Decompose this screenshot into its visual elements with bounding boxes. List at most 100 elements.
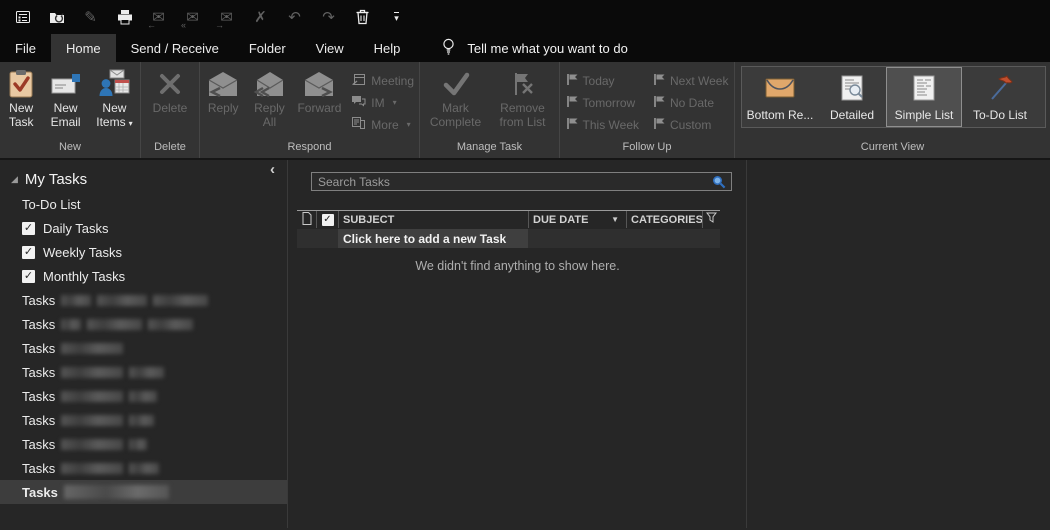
im-icon <box>351 94 366 111</box>
new-items-button[interactable]: New Items ▾ <box>89 65 140 140</box>
tab-file[interactable]: File <box>0 34 51 62</box>
print-icon[interactable] <box>115 8 134 27</box>
checkbox-checked-icon[interactable]: ✓ <box>22 245 35 259</box>
column-header-filter[interactable] <box>702 211 720 228</box>
reading-pane <box>746 160 1050 528</box>
add-new-task-row[interactable]: Click here to add a new Task <box>297 229 720 248</box>
forward-button[interactable]: Forward <box>293 65 347 140</box>
tasks-list-pane: ✓ SUBJECT DUE DATE ▼ CATEGORIES <box>287 160 746 528</box>
undo-icon[interactable]: ↶ <box>285 8 304 27</box>
simple-list-icon <box>911 68 937 108</box>
column-header-due-date[interactable]: DUE DATE ▼ <box>528 211 626 228</box>
tab-view[interactable]: View <box>301 34 359 62</box>
reply-icon[interactable]: ✉ ← <box>147 8 168 30</box>
redacted-text <box>61 390 124 402</box>
ribbon-group-follow-up: Today Tomorrow This Week Next Week No Da… <box>560 62 735 158</box>
im-button[interactable]: IM ▾ <box>346 92 419 113</box>
forward-icon[interactable]: ✉ → <box>215 8 236 30</box>
column-header-complete[interactable]: ✓ <box>316 211 338 228</box>
todo-list-flag-icon <box>986 68 1014 108</box>
sidebar-item-tasks-list[interactable]: Tasks <box>0 312 287 336</box>
tell-me-box[interactable]: Tell me what you want to do <box>441 34 628 62</box>
ribbon-group-respond: Reply Reply All Forward Meeting IM ▾ Mor… <box>200 62 420 158</box>
send-receive-icon[interactable] <box>47 8 66 27</box>
reply-arrow-icon: ← <box>147 19 156 30</box>
new-email-icon <box>51 67 81 101</box>
new-task-button[interactable]: New Task <box>0 65 42 140</box>
more-button[interactable]: More ▾ <box>346 114 419 135</box>
meeting-button[interactable]: Meeting <box>346 70 419 91</box>
checkbox-checked-icon[interactable]: ✓ <box>22 221 35 235</box>
checkbox-checked-icon[interactable]: ✓ <box>22 269 35 283</box>
view-todo-list[interactable]: To-Do List <box>962 67 1038 127</box>
follow-up-next-week-button[interactable]: Next Week <box>648 70 733 91</box>
empty-list-message: We didn't find anything to show here. <box>415 259 620 273</box>
remove-from-list-button[interactable]: Remove from List <box>489 65 557 140</box>
follow-up-today-button[interactable]: Today <box>561 70 644 91</box>
redacted-text <box>61 342 124 354</box>
sidebar-item-tasks-list[interactable]: Tasks <box>0 336 287 360</box>
forward-envelope-icon <box>303 67 335 101</box>
delete-icon[interactable]: ✗ <box>251 8 270 27</box>
sidebar-item-tasks-list[interactable]: Tasks <box>0 456 287 480</box>
mark-complete-button[interactable]: Mark Complete <box>423 65 489 140</box>
tab-help[interactable]: Help <box>359 34 416 62</box>
quick-access-toolbar: ✎ ✉ ← ✉ « ✉ → ✗ ↶ ↷ ▾ <box>0 0 1050 34</box>
tasks-table: ✓ SUBJECT DUE DATE ▼ CATEGORIES Click he… <box>297 210 720 273</box>
tab-home[interactable]: Home <box>50 34 116 62</box>
follow-up-custom-button[interactable]: Custom <box>648 114 733 135</box>
meeting-icon <box>351 72 366 89</box>
redacted-text <box>61 366 124 378</box>
sidebar-header-my-tasks[interactable]: ◢ My Tasks <box>0 166 287 192</box>
column-header-item-type[interactable] <box>297 211 316 228</box>
sidebar-item-weekly-tasks[interactable]: ✓ Weekly Tasks <box>0 240 287 264</box>
flag-icon <box>566 95 578 111</box>
add-new-task-label[interactable]: Click here to add a new Task <box>338 229 528 248</box>
redo-icon[interactable]: ↷ <box>319 8 338 27</box>
redacted-text <box>61 414 124 426</box>
view-simple-list[interactable]: Simple List <box>886 67 962 127</box>
tab-send-receive[interactable]: Send / Receive <box>116 34 234 62</box>
reply-all-icon[interactable]: ✉ « <box>181 8 202 30</box>
customize-quick-access-icon[interactable]: ▾ <box>387 8 406 27</box>
sidebar-item-todo-list[interactable]: To-Do List <box>0 192 287 216</box>
tab-folder[interactable]: Folder <box>234 34 301 62</box>
delete-button[interactable]: Delete <box>151 65 190 140</box>
detailed-icon <box>839 68 865 108</box>
view-switcher-icon[interactable] <box>13 8 32 27</box>
new-task-icon <box>7 67 35 101</box>
expanded-triangle-icon[interactable]: ◢ <box>11 174 18 185</box>
sidebar-item-tasks-list[interactable]: Tasks <box>0 288 287 312</box>
view-bottom-reading[interactable]: Bottom Re... <box>742 67 818 127</box>
checkbox-checked-icon: ✓ <box>321 213 334 226</box>
save-icon[interactable]: ✎ <box>81 8 100 27</box>
redacted-text <box>129 366 165 378</box>
sidebar-item-tasks-list-selected[interactable]: Tasks <box>0 480 287 504</box>
search-input[interactable] <box>312 174 712 189</box>
remove-from-list-icon <box>509 67 537 101</box>
group-label-new: New <box>58 141 81 153</box>
new-email-button[interactable]: New Email <box>42 65 88 140</box>
reply-button[interactable]: Reply <box>200 65 246 140</box>
redacted-text <box>129 462 160 474</box>
follow-up-tomorrow-button[interactable]: Tomorrow <box>561 92 644 113</box>
empty-deleted-items-icon[interactable] <box>353 8 372 27</box>
mark-complete-check-icon <box>441 67 471 101</box>
sidebar-item-tasks-list[interactable]: Tasks <box>0 360 287 384</box>
ribbon-group-manage-task: Mark Complete Remove from List Manage Ta… <box>420 62 560 158</box>
search-box[interactable] <box>311 172 732 191</box>
search-icon[interactable] <box>712 175 726 189</box>
collapse-pane-icon[interactable]: ‹ <box>270 161 275 178</box>
sidebar-item-tasks-list[interactable]: Tasks <box>0 432 287 456</box>
sidebar-item-monthly-tasks[interactable]: ✓ Monthly Tasks <box>0 264 287 288</box>
follow-up-no-date-button[interactable]: No Date <box>648 92 733 113</box>
view-detailed[interactable]: Detailed <box>818 67 886 127</box>
reply-all-button[interactable]: Reply All <box>246 65 292 140</box>
sidebar-item-tasks-list[interactable]: Tasks <box>0 408 287 432</box>
redacted-text <box>63 485 169 499</box>
sidebar-item-tasks-list[interactable]: Tasks <box>0 384 287 408</box>
column-header-subject[interactable]: SUBJECT <box>338 211 528 228</box>
sidebar-item-daily-tasks[interactable]: ✓ Daily Tasks <box>0 216 287 240</box>
follow-up-this-week-button[interactable]: This Week <box>561 114 644 135</box>
column-header-categories[interactable]: CATEGORIES <box>626 211 703 228</box>
